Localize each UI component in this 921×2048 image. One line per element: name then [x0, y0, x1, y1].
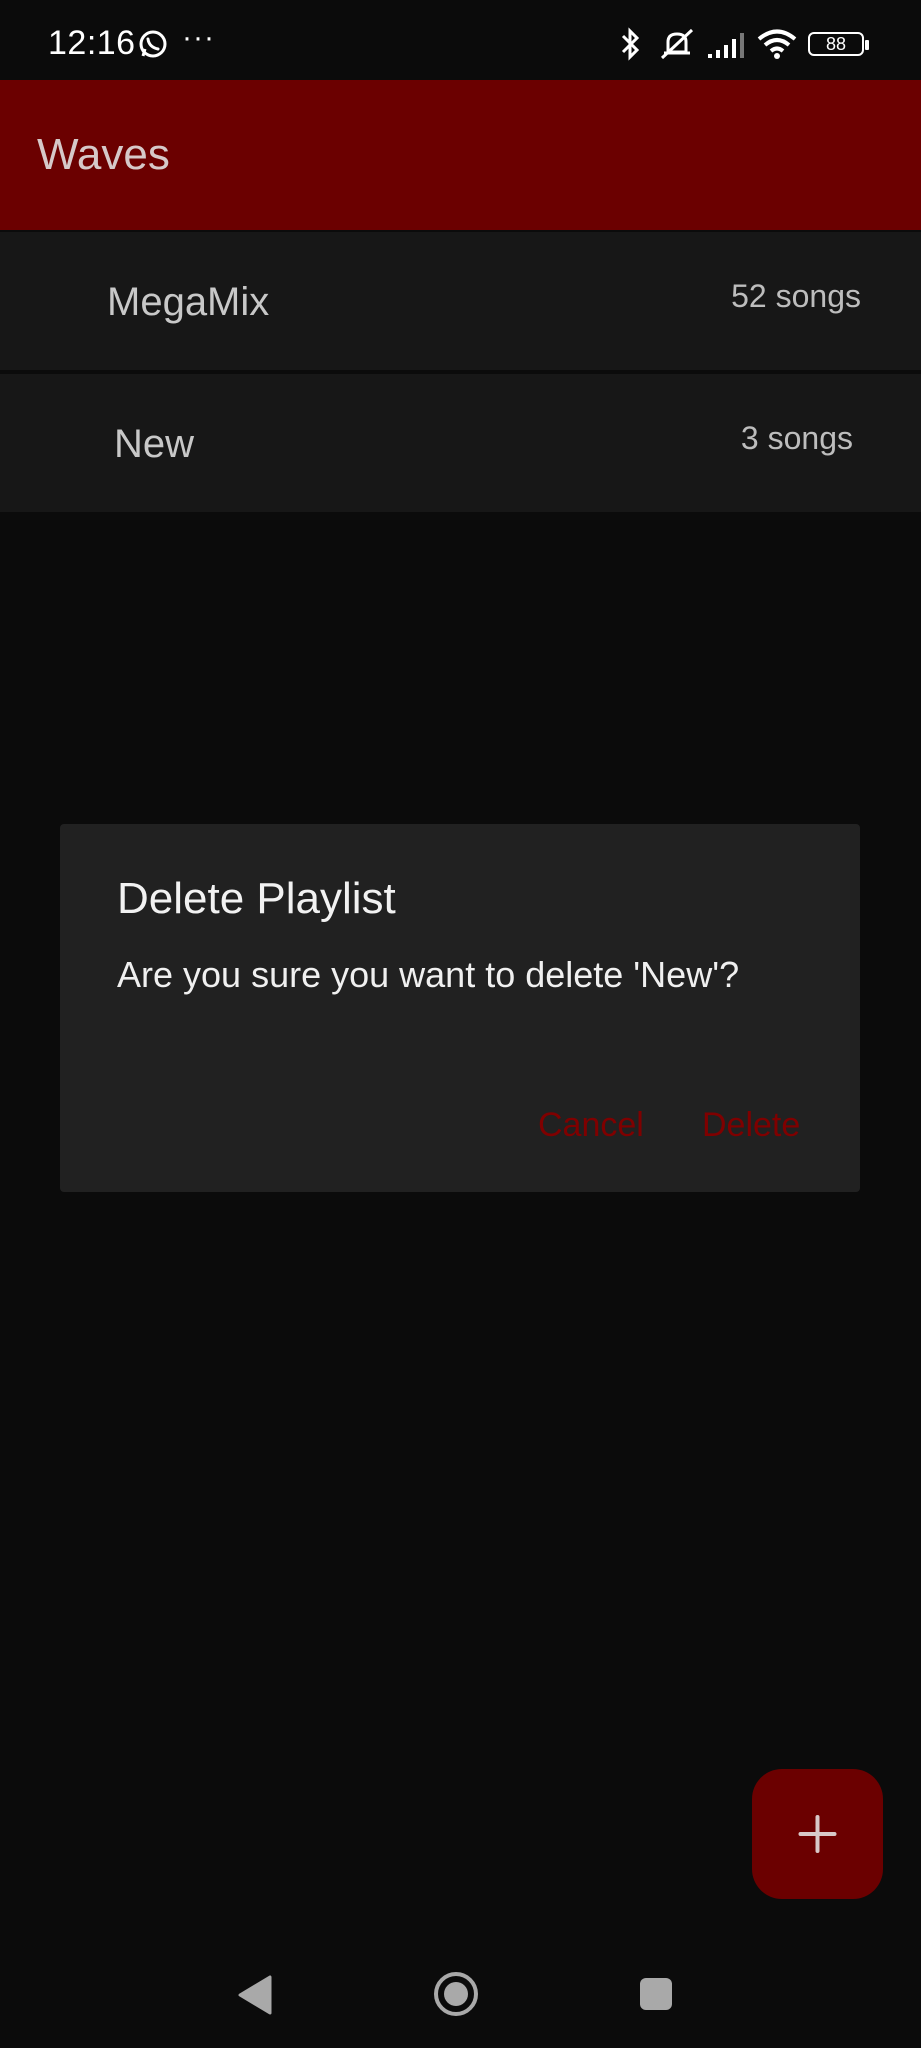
home-icon[interactable] [431, 1969, 481, 2019]
playlist-name: MegaMix [107, 280, 270, 324]
delete-playlist-dialog: Delete Playlist Are you sure you want to… [60, 824, 860, 1192]
status-bar: 12:16 ··· 88 [0, 0, 921, 80]
add-playlist-button[interactable] [752, 1769, 883, 1899]
signal-icon [708, 33, 744, 58]
recents-icon[interactable] [638, 1976, 674, 2012]
playlist-name: New [114, 422, 195, 466]
status-time: 12:16 [48, 24, 136, 62]
system-nav-bar [0, 1948, 921, 2048]
mute-icon [660, 28, 694, 60]
more-notifications-icon: ··· [182, 21, 215, 54]
app-bar: Waves [0, 80, 921, 230]
dialog-title: Delete Playlist [117, 874, 396, 923]
delete-button[interactable]: Delete [702, 1106, 800, 1145]
whatsapp-icon [139, 30, 167, 58]
playlist-item-new[interactable]: New 3 songs [0, 374, 921, 512]
battery-icon: 88 [808, 32, 869, 56]
dialog-message: Are you sure you want to delete 'New'? [117, 954, 740, 995]
playlist-item-megamix[interactable]: MegaMix 52 songs [0, 232, 921, 370]
app-title: Waves [37, 130, 170, 179]
playlist-song-count: 52 songs [731, 278, 861, 314]
playlist-song-count: 3 songs [740, 420, 853, 456]
back-icon[interactable] [236, 1973, 276, 2017]
bluetooth-icon [621, 27, 640, 61]
cancel-button[interactable]: Cancel [538, 1106, 644, 1145]
plus-icon [798, 1815, 837, 1853]
wifi-icon [757, 29, 797, 59]
